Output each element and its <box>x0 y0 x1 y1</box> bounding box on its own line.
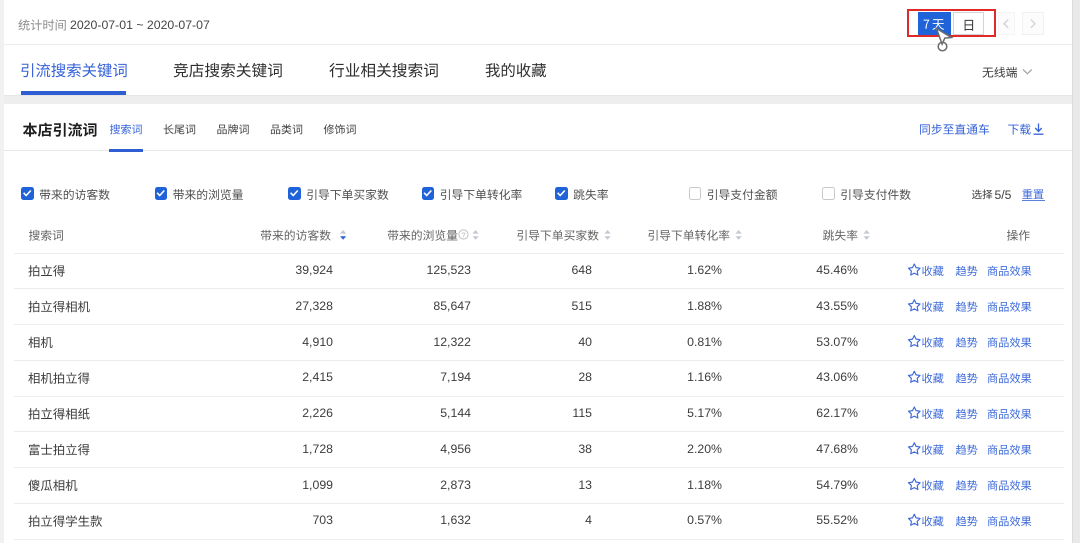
svg-text:?: ? <box>461 231 465 240</box>
